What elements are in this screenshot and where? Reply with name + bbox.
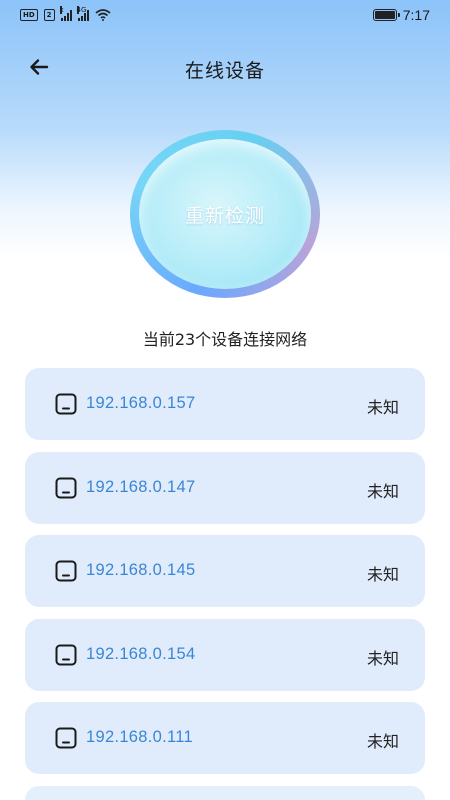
device-row[interactable]: 192.168.0.157 未知 xyxy=(25,368,425,440)
device-row[interactable]: 192.168.0.111 未知 xyxy=(25,702,425,774)
device-row-partial[interactable] xyxy=(25,785,425,800)
device-ip: 192.168.0.157 xyxy=(86,394,196,412)
device-status: 未知 xyxy=(366,732,399,751)
device-square-icon xyxy=(55,560,77,582)
device-status: 未知 xyxy=(366,481,399,501)
status-bar: HD 2 x 4G 7:17 xyxy=(0,0,450,30)
device-ip: 192.168.0.111 xyxy=(86,728,193,746)
device-status: 未知 xyxy=(366,565,399,584)
app-header: 在线设备 xyxy=(0,42,450,92)
signal-2-label: 4G xyxy=(76,5,87,14)
rescan-button-label: 重新检测 xyxy=(184,204,265,227)
device-list: 192.168.0.157 未知 192.168.0.147 未知 192.16… xyxy=(25,368,425,800)
sim2-badge: 2 xyxy=(43,9,55,21)
status-time: 7:17 xyxy=(402,7,430,23)
device-row[interactable]: 192.168.0.154 未知 xyxy=(25,618,425,691)
device-square-icon xyxy=(55,393,77,415)
device-row[interactable]: 192.168.0.147 未知 xyxy=(25,451,425,524)
device-row[interactable]: 192.168.0.145 未知 xyxy=(25,535,425,607)
device-status: 未知 xyxy=(366,648,399,668)
device-square-icon xyxy=(55,477,77,498)
signal-1-label: x xyxy=(59,5,64,14)
device-ip: 192.168.0.145 xyxy=(86,561,196,579)
rescan-button[interactable]: 重新检测 xyxy=(139,139,311,289)
signal-icon-2: 4G xyxy=(76,5,89,21)
status-right: 7:17 xyxy=(372,7,430,23)
wifi-icon xyxy=(95,9,111,21)
device-count-summary: 当前23个设备连接网络 xyxy=(142,330,308,349)
device-status: 未知 xyxy=(366,398,399,417)
device-ip: 192.168.0.147 xyxy=(86,477,196,496)
battery-icon xyxy=(372,9,400,21)
device-square-icon xyxy=(55,727,77,749)
status-left: HD 2 x 4G xyxy=(20,5,111,21)
hd-badge: HD xyxy=(20,9,38,21)
page-title: 在线设备 xyxy=(184,60,265,82)
rescan-control: 重新检测 xyxy=(130,130,320,298)
signal-icon-1: x xyxy=(59,5,72,21)
device-ip: 192.168.0.154 xyxy=(86,644,196,663)
device-square-icon xyxy=(55,644,77,665)
